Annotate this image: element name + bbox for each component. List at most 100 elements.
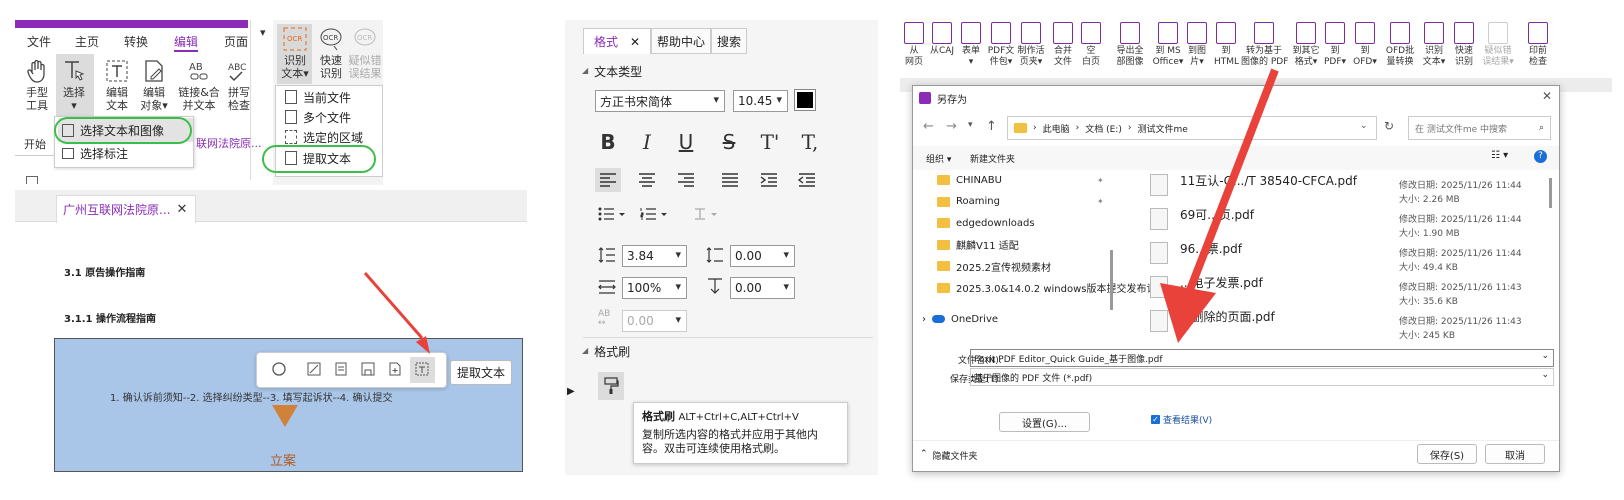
edit-image-icon[interactable] — [306, 361, 322, 377]
copy-icon[interactable] — [333, 361, 349, 377]
align-left-icon[interactable] — [599, 172, 617, 188]
toolbar-button-7[interactable]: 导出全 部图像 — [1112, 22, 1148, 68]
char-scale-select[interactable]: 100% — [622, 277, 687, 299]
section-text-type-header[interactable]: ◢ 文本类型 — [582, 63, 642, 80]
subscript-button[interactable]: T, — [798, 130, 822, 154]
baseline-offset-select[interactable]: 0.00 — [730, 277, 795, 299]
ocr-text-button[interactable]: OCR 识别 文本▾ — [275, 26, 315, 80]
ocr-selected-area[interactable]: 选定的区域 — [285, 127, 363, 147]
link-merge-text-button[interactable]: AB 链接&合 并文本 — [174, 58, 224, 112]
tab-format[interactable]: 格式 ✕ — [583, 28, 651, 54]
ribbon-overflow-arrow[interactable]: ▾ — [260, 26, 266, 39]
view-result-checkbox[interactable]: ✓ 查看结果(V) — [1151, 413, 1212, 426]
breadcrumb-drive[interactable]: 文档 (E:) — [1085, 122, 1122, 135]
toolbar-button-11[interactable]: 转为基于 图像的 PDF — [1241, 22, 1288, 68]
font-name-select[interactable]: 方正书宋简体 — [595, 90, 725, 112]
toolbar-button-12[interactable]: 到其它 格式▾ — [1291, 22, 1321, 68]
tab-help[interactable]: 帮助中心 — [651, 28, 712, 54]
toolbar-button-19[interactable]: 印前 检查 — [1526, 22, 1550, 68]
nav-pane-scrollbar[interactable] — [1110, 250, 1113, 310]
organize-button[interactable]: 组织 ▾ — [926, 152, 951, 165]
folder-item[interactable]: › OneDrive — [922, 309, 998, 329]
paragraph-spacing-select[interactable]: 0.00 — [730, 245, 795, 267]
search-box[interactable]: 在 测试文件me 中搜索 ⌕ — [1408, 116, 1551, 140]
expand-chevron-icon[interactable]: › — [922, 314, 926, 325]
address-dropdown-icon[interactable]: ⌄ — [1360, 121, 1368, 131]
back-arrow-icon[interactable]: ← — [923, 119, 934, 134]
toolbar-button-18[interactable]: 疑似错 误结果▾ — [1480, 22, 1516, 68]
tab-search[interactable]: 搜索 — [711, 28, 748, 54]
toolbar-button-1[interactable]: 从CAJ — [928, 22, 956, 57]
up-arrow-icon[interactable]: ↑ — [986, 119, 997, 134]
line-spacing-select[interactable]: 3.84 — [622, 245, 687, 267]
toolbar-button-15[interactable]: OFD批 量转换 — [1382, 22, 1418, 68]
suspect-ocr-button[interactable]: OCR 疑似错 误结果 — [347, 26, 383, 80]
settings-button[interactable]: 设置(G)... — [999, 412, 1090, 432]
start-tab[interactable]: 开始 — [24, 136, 46, 152]
doc-tab[interactable]: 广州互联网法院原... ✕ — [56, 195, 196, 223]
toolbar-button-9[interactable]: 到图 片▾ — [1185, 22, 1209, 68]
quick-ocr-button[interactable]: OCR 快速 识别 — [311, 26, 351, 80]
view-options-icon[interactable]: ☷ ▾ — [1491, 150, 1508, 161]
menu-home[interactable]: 主页 — [75, 33, 99, 50]
font-size-select[interactable]: 10.45 — [733, 90, 788, 112]
hide-folders-toggle[interactable]: ⌃ 隐藏文件夹 — [920, 449, 978, 462]
menu-convert[interactable]: 转换 — [124, 33, 148, 50]
cancel-button[interactable]: 取消 — [1485, 444, 1545, 464]
hand-tool-button[interactable]: 手型 工具 — [17, 58, 57, 112]
bullet-list-icon[interactable] — [598, 207, 626, 221]
underline-button[interactable]: U — [674, 130, 698, 154]
toolbar-button-3[interactable]: PDF文 件包▾ — [986, 22, 1016, 68]
toolbar-button-6[interactable]: 空 白页 — [1078, 22, 1104, 68]
toolbar-button-2[interactable]: 表单 ▾ — [958, 22, 984, 68]
bold-button[interactable]: B — [596, 130, 620, 154]
toolbar-button-16[interactable]: 识别 文本▾ — [1421, 22, 1447, 68]
menu-edit[interactable]: 编辑 — [174, 33, 199, 52]
edit-object-button[interactable]: 编辑 对象▾ — [134, 58, 174, 112]
format-painter-button[interactable] — [598, 372, 624, 400]
text-color-swatch[interactable] — [794, 89, 816, 111]
filetype-select[interactable]: 基于图像的 PDF 文件 (*.pdf) ⌄ — [970, 368, 1554, 386]
refresh-icon[interactable]: ↻ — [1384, 119, 1394, 133]
dialog-close-icon[interactable]: ✕ — [1542, 89, 1552, 103]
menu-page[interactable]: 页面 — [224, 33, 248, 50]
folder-item[interactable]: 2025.3.0&14.0.2 windows版本提交发布记 — [937, 278, 1156, 298]
indent-decrease-icon[interactable] — [798, 172, 816, 188]
add-page-icon[interactable] — [387, 361, 403, 377]
align-right-icon[interactable] — [677, 172, 695, 188]
pin-icon[interactable]: ✦ — [1097, 197, 1104, 206]
folder-item[interactable]: 麒麟V11 适配 — [937, 235, 1019, 255]
edit-text-button[interactable]: 编辑 文本 — [97, 58, 137, 112]
select-tool-button[interactable]: 选择 ▾ — [54, 58, 94, 112]
extract-text-icon[interactable] — [414, 361, 430, 377]
align-justify-icon[interactable] — [721, 172, 739, 188]
select-annotation[interactable]: 选择标注 — [58, 141, 193, 165]
forward-arrow-icon[interactable]: → — [946, 119, 957, 134]
strikethrough-button[interactable]: S — [717, 130, 741, 154]
history-chevron-icon[interactable]: ▾ — [968, 120, 973, 130]
toolbar-button-17[interactable]: 快速 识别 — [1451, 22, 1477, 68]
file-list-scrollbar[interactable] — [1549, 178, 1552, 208]
word-spacing-select[interactable]: 0.00 — [622, 310, 687, 332]
italic-button[interactable]: I — [635, 130, 659, 154]
pin-icon[interactable]: ✦ — [1097, 176, 1104, 185]
folder-item[interactable]: Roaming ✦ — [937, 192, 1104, 212]
new-folder-button[interactable]: 新建文件夹 — [970, 152, 1015, 165]
ocr-current-file[interactable]: 当前文件 — [285, 87, 351, 107]
folder-item[interactable]: edgedownloads — [937, 213, 1035, 233]
panel-expand-arrow[interactable]: ▶ — [567, 386, 575, 397]
help-icon[interactable]: ? — [1534, 150, 1547, 163]
toolbar-button-0[interactable]: 从 网页 — [903, 22, 925, 68]
close-format-tab-icon[interactable]: ✕ — [630, 35, 640, 49]
align-center-icon[interactable] — [638, 172, 656, 188]
close-tab-icon[interactable]: ✕ — [176, 202, 187, 217]
ai-icon[interactable] — [271, 361, 287, 377]
toolbar-button-4[interactable]: 制作活 页夹▾ — [1016, 22, 1046, 68]
folder-item[interactable]: CHINABU ✦ — [937, 170, 1104, 190]
text-highlight-icon[interactable] — [693, 207, 721, 221]
breadcrumb-this-pc[interactable]: 此电脑 — [1043, 122, 1070, 135]
numbered-list-icon[interactable] — [640, 207, 668, 221]
save-button[interactable]: 保存(S) — [1417, 444, 1477, 464]
toolbar-button-8[interactable]: 到 MS Office▾ — [1152, 22, 1184, 68]
toolbar-button-10[interactable]: 到 HTML — [1214, 22, 1239, 68]
